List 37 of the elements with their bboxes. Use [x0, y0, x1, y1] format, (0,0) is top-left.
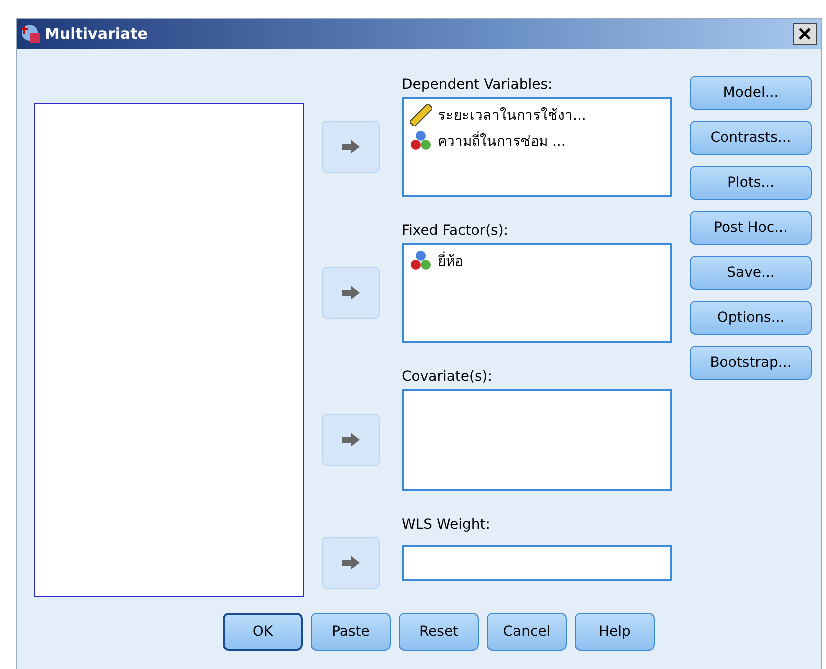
window-title: Multivariate: [45, 25, 149, 43]
three-balls-icon: [410, 250, 432, 272]
dialog-button[interactable]: Options...: [690, 301, 812, 335]
right-arrow-icon: [342, 286, 360, 300]
right-arrow-icon: [342, 556, 360, 570]
target-label: Dependent Variables:: [402, 77, 554, 93]
weight-field[interactable]: [402, 545, 672, 581]
dialog-button[interactable]: Save...: [690, 256, 812, 290]
move-button[interactable]: [322, 121, 380, 173]
close-button[interactable]: [793, 23, 817, 45]
variable-item[interactable]: ยี่ห้อ: [438, 250, 463, 272]
dialog-button[interactable]: Contrasts...: [690, 121, 812, 155]
three-balls-icon: [410, 130, 432, 152]
target-label: Covariate(s):: [402, 369, 494, 385]
dialog-button[interactable]: Bootstrap...: [690, 346, 812, 380]
variable-item[interactable]: ระยะเวลาในการใช้งา...: [438, 104, 586, 126]
dialog-button[interactable]: Post Hoc...: [690, 211, 812, 245]
action-button[interactable]: OK: [223, 613, 303, 651]
target-list[interactable]: ยี่ห้อ: [402, 243, 672, 343]
variable-item[interactable]: ความถี่ในการซ่อม ...: [438, 130, 566, 152]
dialog-button[interactable]: Plots...: [690, 166, 812, 200]
right-arrow-icon: [342, 140, 360, 154]
action-button[interactable]: Cancel: [487, 613, 567, 651]
action-button[interactable]: Paste: [311, 613, 391, 651]
close-icon: [798, 27, 812, 41]
right-arrow-icon: [342, 433, 360, 447]
app-icon: [21, 24, 41, 44]
move-button[interactable]: [322, 267, 380, 319]
move-button[interactable]: [322, 537, 380, 589]
action-button[interactable]: Help: [575, 613, 655, 651]
target-list[interactable]: [402, 389, 672, 491]
target-list[interactable]: ระยะเวลาในการใช้งา... ความถี่ในการซ่อม ...: [402, 97, 672, 197]
target-label: WLS Weight:: [402, 517, 492, 533]
move-button[interactable]: [322, 414, 380, 466]
target-label: Fixed Factor(s):: [402, 223, 510, 239]
action-button[interactable]: Reset: [399, 613, 479, 651]
dialog-button[interactable]: Model...: [690, 76, 812, 110]
